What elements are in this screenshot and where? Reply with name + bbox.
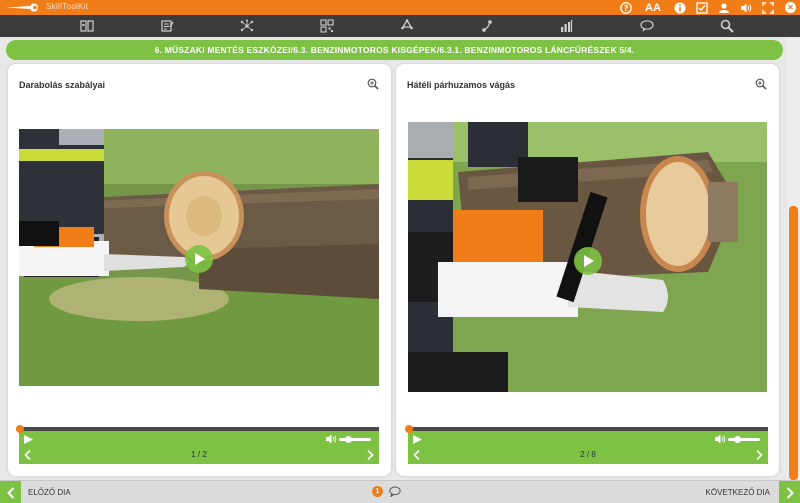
- notes-icon[interactable]: [127, 15, 207, 37]
- app-title: SkillToolKit: [46, 2, 89, 11]
- info-icon[interactable]: [673, 1, 687, 15]
- fullscreen-icon[interactable]: [761, 1, 775, 15]
- chevron-right-icon: [786, 486, 794, 499]
- chevron-right-icon[interactable]: [755, 450, 763, 460]
- title-bar: SkillToolKit ? AA ✕: [0, 0, 800, 15]
- user-icon[interactable]: [717, 1, 731, 15]
- video-controls: 2 / 8: [405, 425, 768, 464]
- close-icon[interactable]: ✕: [785, 2, 796, 13]
- stats-icon[interactable]: [527, 15, 607, 37]
- progress-bar[interactable]: [16, 425, 379, 433]
- volume-slider[interactable]: [339, 436, 371, 443]
- volume-knob[interactable]: [345, 436, 353, 443]
- next-slide-button[interactable]: [779, 481, 800, 503]
- svg-text:?: ?: [624, 4, 629, 13]
- play-button[interactable]: [574, 247, 602, 275]
- prev-slide-button[interactable]: [0, 481, 21, 503]
- progress-handle[interactable]: [16, 425, 24, 433]
- bottom-bar: ELŐZŐ DIA 1 KÖVETKEZŐ DIA: [0, 480, 800, 503]
- comment-icon[interactable]: [389, 486, 401, 497]
- play-icon: [195, 253, 205, 265]
- checklist-icon[interactable]: [695, 1, 709, 15]
- wrench-logo-icon: [6, 3, 38, 12]
- book-icon[interactable]: [47, 15, 127, 37]
- play-icon: [584, 255, 594, 267]
- video-panel-right: Hátéli párhuzamos vágás 2 / 8: [396, 64, 779, 476]
- next-slide-label[interactable]: KÖVETKEZŐ DIA: [706, 488, 770, 497]
- search-icon[interactable]: [687, 15, 767, 37]
- network-icon[interactable]: [207, 15, 287, 37]
- panel-title: Darabolás szabályai: [19, 80, 106, 90]
- volume-icon[interactable]: [326, 434, 337, 444]
- volume-knob[interactable]: [734, 436, 742, 443]
- chevron-left-icon: [6, 486, 14, 499]
- progress-bar[interactable]: [405, 425, 768, 433]
- qr-code-icon[interactable]: [287, 15, 367, 37]
- chevron-right-icon[interactable]: [366, 450, 374, 460]
- page-indicator: 2 / 8: [580, 450, 596, 459]
- zoom-in-icon[interactable]: [367, 78, 379, 90]
- volume-icon[interactable]: [739, 1, 753, 15]
- video-controls: 1 / 2: [16, 425, 379, 464]
- scrollbar[interactable]: [787, 38, 800, 480]
- chat-icon[interactable]: [607, 15, 687, 37]
- panel-title: Hátéli párhuzamos vágás: [407, 80, 516, 90]
- video-frame[interactable]: [19, 129, 379, 386]
- page-indicator: 1 / 2: [191, 450, 207, 459]
- font-size-icon[interactable]: AA: [641, 1, 665, 15]
- notification-badge[interactable]: 1: [372, 486, 383, 497]
- recycle-icon[interactable]: [367, 15, 447, 37]
- zoom-in-icon[interactable]: [755, 78, 767, 90]
- play-button[interactable]: [185, 245, 213, 273]
- toolbar: [0, 15, 800, 37]
- video-panel-left: Darabolás szabályai 1 / 2: [8, 64, 391, 476]
- progress-handle[interactable]: [405, 425, 413, 433]
- control-play-icon[interactable]: [24, 435, 33, 444]
- share-icon[interactable]: [447, 15, 527, 37]
- video-frame[interactable]: [408, 122, 767, 392]
- breadcrumb: 6. MŰSZAKI MENTÉS ESZKÖZEI/6.3. BENZINMO…: [6, 40, 783, 60]
- help-icon[interactable]: ?: [619, 1, 633, 15]
- volume-slider[interactable]: [728, 436, 760, 443]
- prev-slide-label[interactable]: ELŐZŐ DIA: [28, 488, 71, 497]
- control-play-icon[interactable]: [413, 435, 422, 444]
- scrollbar-thumb[interactable]: [789, 206, 798, 480]
- volume-icon[interactable]: [715, 434, 726, 444]
